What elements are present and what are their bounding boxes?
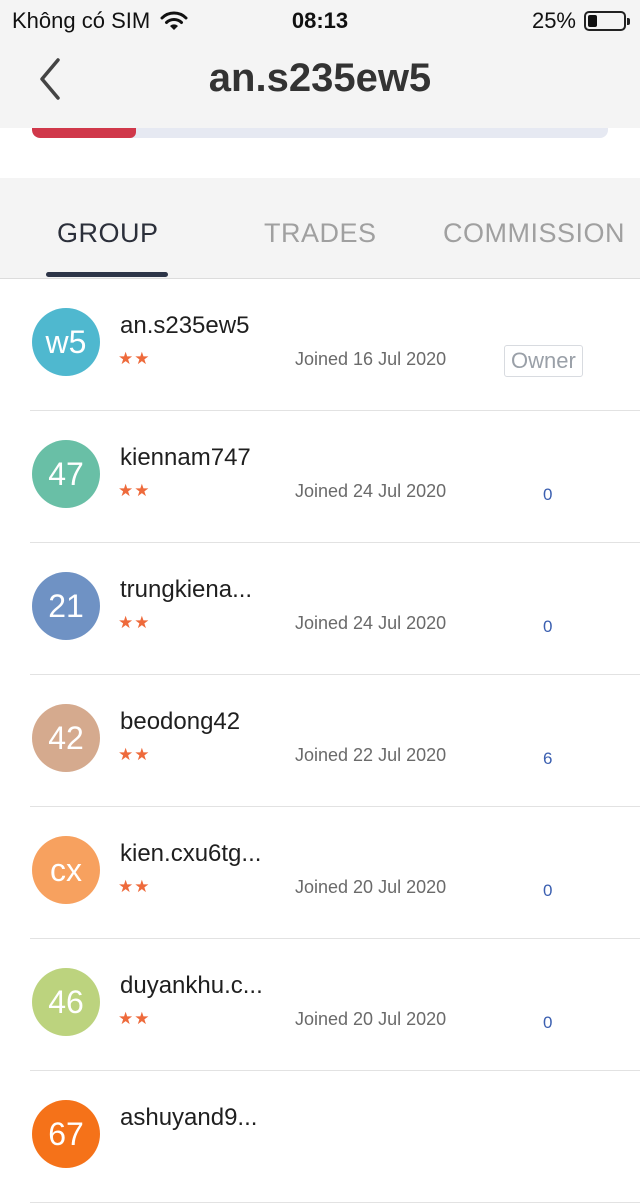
star-rating-icon: ★★ [118, 745, 151, 764]
list-item[interactable]: cx kien.cxu6tg... ★★ Joined 20 Jul 2020 … [30, 807, 640, 939]
battery-icon [584, 11, 630, 31]
joined-date: Joined 20 Jul 2020 [295, 877, 447, 897]
member-name: beodong42 [120, 708, 241, 735]
avatar: 42 [32, 704, 100, 772]
star-rating-icon: ★★ [118, 1009, 151, 1028]
member-count: 0 [543, 617, 553, 636]
progress-area [0, 128, 640, 178]
tab-commission[interactable]: COMMISSION [443, 218, 625, 249]
star-rating-icon: ★★ [118, 481, 151, 500]
battery-level [588, 15, 597, 27]
avatar: 46 [32, 968, 100, 1036]
member-name: duyankhu.c... [120, 972, 263, 999]
list-item[interactable]: 42 beodong42 ★★ Joined 22 Jul 2020 6 [30, 675, 640, 807]
active-tab-indicator [46, 272, 168, 277]
tab-trades[interactable]: TRADES [264, 218, 377, 249]
member-name: kiennam747 [120, 444, 251, 471]
tab-bar: GROUP TRADES COMMISSION [0, 178, 640, 279]
page-title: an.s235ew5 [208, 56, 432, 100]
member-count: 0 [543, 1013, 553, 1032]
avatar: 67 [32, 1100, 100, 1168]
member-list: w5 an.s235ew5 ★★ Joined 16 Jul 2020 Owne… [0, 279, 640, 1203]
list-item[interactable]: 67 ashuyand9... [30, 1071, 640, 1203]
member-count: 0 [543, 881, 553, 900]
star-rating-icon: ★★ [118, 349, 151, 368]
joined-date: Joined 22 Jul 2020 [295, 745, 447, 765]
joined-date: Joined 24 Jul 2020 [295, 613, 447, 633]
member-name: trungkiena... [120, 576, 253, 603]
avatar: w5 [32, 308, 100, 376]
joined-date: Joined 24 Jul 2020 [295, 481, 447, 501]
progress-bar [32, 128, 608, 138]
status-right: 25% [531, 8, 630, 34]
star-rating-icon: ★★ [118, 613, 151, 632]
progress-fill [32, 128, 136, 138]
tab-group[interactable]: GROUP [57, 218, 159, 249]
list-item[interactable]: 21 trungkiena... ★★ Joined 24 Jul 2020 0 [30, 543, 640, 675]
nav-header: an.s235ew5 [0, 40, 640, 128]
star-rating-icon: ★★ [118, 877, 151, 896]
list-item[interactable]: w5 an.s235ew5 ★★ Joined 16 Jul 2020 Owne… [30, 279, 640, 411]
status-bar: Không có SIM 08:13 25% [0, 0, 640, 40]
list-item[interactable]: 46 duyankhu.c... ★★ Joined 20 Jul 2020 0 [30, 939, 640, 1071]
joined-date: Joined 20 Jul 2020 [295, 1009, 447, 1029]
avatar: cx [32, 836, 100, 904]
member-count: 6 [543, 749, 553, 768]
avatar: 21 [32, 572, 100, 640]
list-item[interactable]: 47 kiennam747 ★★ Joined 24 Jul 2020 0 [30, 411, 640, 543]
owner-badge: Owner [504, 345, 583, 377]
avatar: 47 [32, 440, 100, 508]
member-name: ashuyand9... [120, 1104, 258, 1131]
member-name: kien.cxu6tg... [120, 840, 262, 867]
battery-percent: 25% [531, 8, 576, 33]
member-count: 0 [543, 485, 553, 504]
joined-date: Joined 16 Jul 2020 [295, 349, 447, 369]
member-name: an.s235ew5 [120, 312, 250, 339]
